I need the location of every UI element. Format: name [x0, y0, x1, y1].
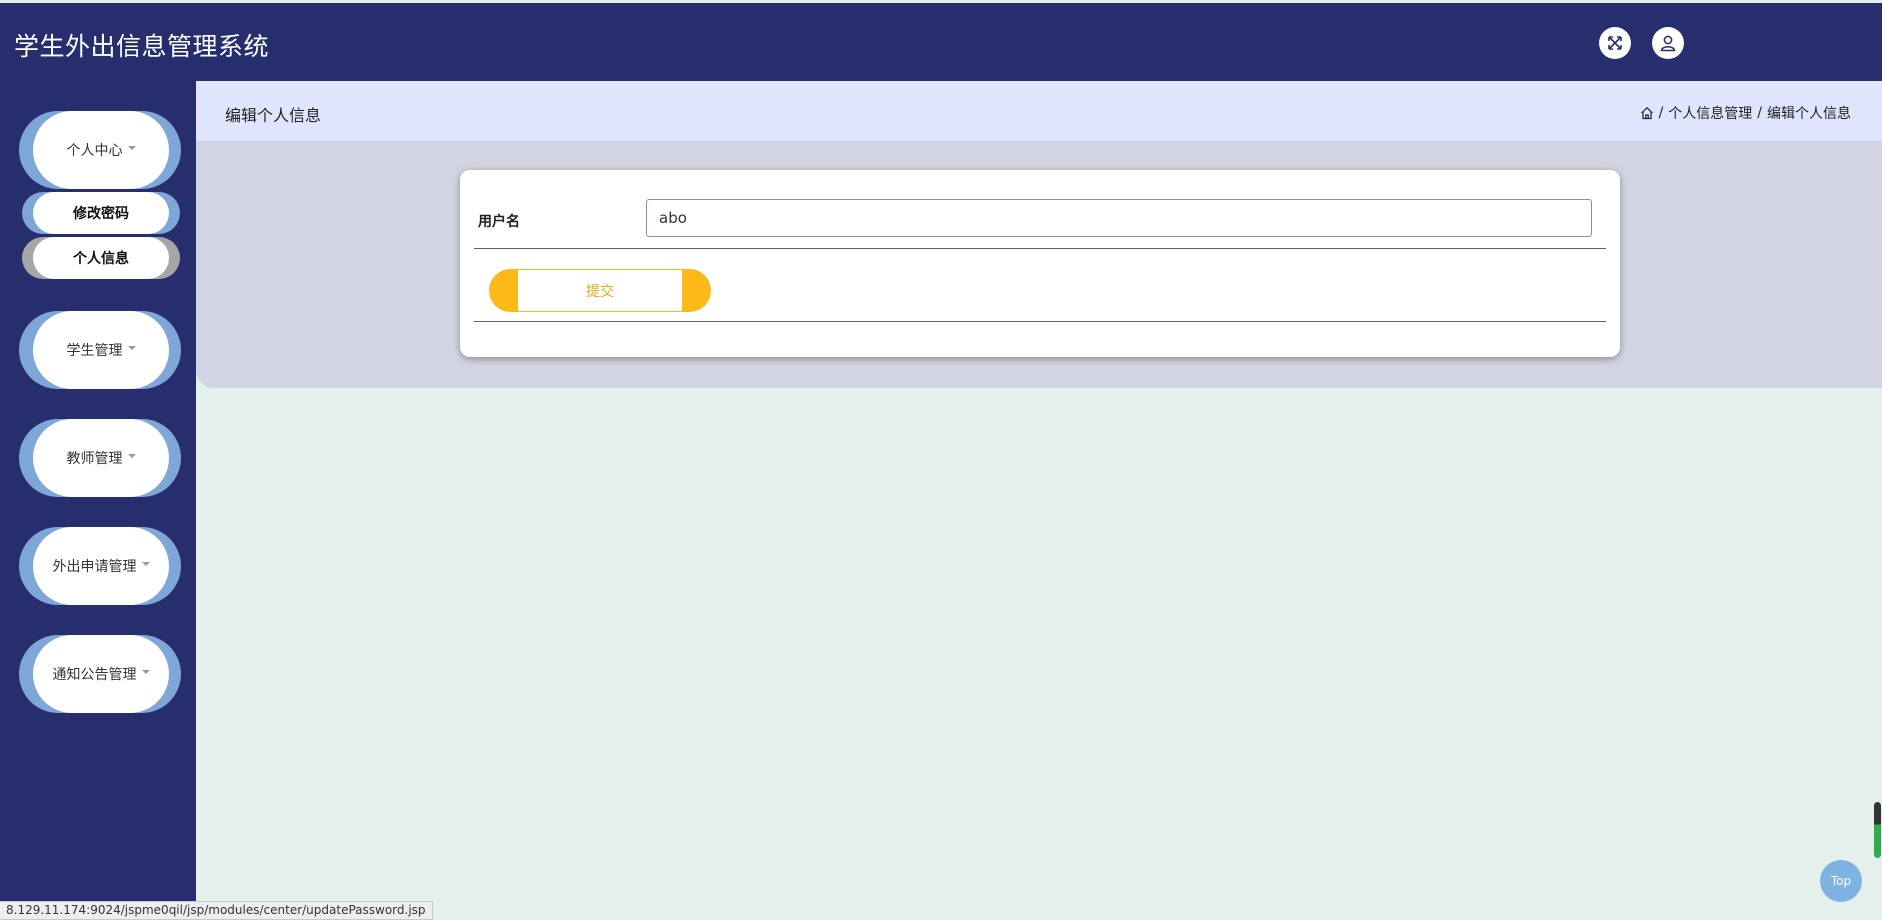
sidebar-item-inner: 外出申请管理: [33, 527, 169, 605]
app-title: 学生外出信息管理系统: [14, 32, 270, 61]
sidebar-item-label: 外出申请管理: [52, 559, 137, 575]
home-icon[interactable]: [1640, 106, 1654, 120]
page-title: 编辑个人信息: [225, 106, 322, 125]
sidebar: 个人中心 修改密码 个人信息 学生管理 教师管理 外出申请管理 通知公告管理: [0, 81, 196, 918]
breadcrumb-item-personal-info-management[interactable]: 个人信息管理: [1668, 103, 1752, 123]
sidebar-subitem-inner: 修改密码: [33, 192, 169, 234]
sidebar-item-label: 学生管理: [66, 343, 123, 359]
sidebar-item-leave-application-management[interactable]: 外出申请管理: [19, 527, 181, 605]
user-outline-icon: [1660, 35, 1676, 52]
sidebar-subitem-label: 个人信息: [73, 251, 129, 267]
chevron-down-icon: [127, 454, 136, 458]
page-header: 编辑个人信息 / 个人信息管理 / 编辑个人信息: [196, 81, 1882, 141]
sidebar-subitem-label: 修改密码: [73, 206, 129, 222]
edit-profile-form: 用户名 提交: [460, 170, 1620, 357]
chevron-down-icon: [127, 146, 136, 150]
sidebar-item-inner: 学生管理: [33, 311, 169, 389]
status-bar-url: 8.129.11.174:9024/jspme0qil/jsp/modules/…: [0, 901, 433, 920]
scrollbar-thumb[interactable]: [1874, 802, 1881, 858]
sidebar-item-inner: 通知公告管理: [33, 635, 169, 713]
sidebar-subitem-personal-info[interactable]: 个人信息: [22, 237, 180, 279]
sidebar-item-teacher-management[interactable]: 教师管理: [19, 419, 181, 497]
breadcrumb: / 个人信息管理 / 编辑个人信息: [1640, 103, 1851, 123]
sidebar-item-label: 通知公告管理: [52, 667, 137, 683]
submit-button-label: 提交: [518, 270, 682, 311]
breadcrumb-item-edit-personal-info: 编辑个人信息: [1767, 106, 1851, 122]
sidebar-item-inner: 个人中心: [33, 111, 169, 189]
breadcrumb-separator: /: [1658, 105, 1664, 121]
sidebar-item-inner: 教师管理: [33, 419, 169, 497]
chevron-down-icon: [141, 670, 150, 674]
top-bar: 学生外出信息管理系统: [0, 3, 1882, 81]
username-label: 用户名: [478, 214, 520, 230]
sidebar-item-notice-management[interactable]: 通知公告管理: [19, 635, 181, 713]
fullscreen-icon[interactable]: [1599, 27, 1631, 59]
user-icon[interactable]: [1652, 27, 1684, 59]
sidebar-item-label: 个人中心: [66, 143, 123, 159]
sidebar-subitem-inner: 个人信息: [33, 237, 169, 279]
breadcrumb-separator: /: [1757, 105, 1762, 121]
chevron-down-icon: [141, 562, 150, 566]
sidebar-item-label: 教师管理: [66, 451, 123, 467]
back-to-top-button[interactable]: Top: [1820, 860, 1862, 902]
sidebar-subitem-change-password[interactable]: 修改密码: [22, 192, 180, 234]
form-divider: [474, 248, 1606, 249]
username-input[interactable]: [646, 199, 1592, 237]
sidebar-item-personal-center[interactable]: 个人中心: [19, 111, 181, 189]
form-divider: [474, 321, 1606, 322]
chevron-down-icon: [127, 346, 136, 350]
submit-button[interactable]: 提交: [489, 269, 711, 312]
sidebar-item-student-management[interactable]: 学生管理: [19, 311, 181, 389]
expand-arrows-icon: [1608, 36, 1622, 50]
